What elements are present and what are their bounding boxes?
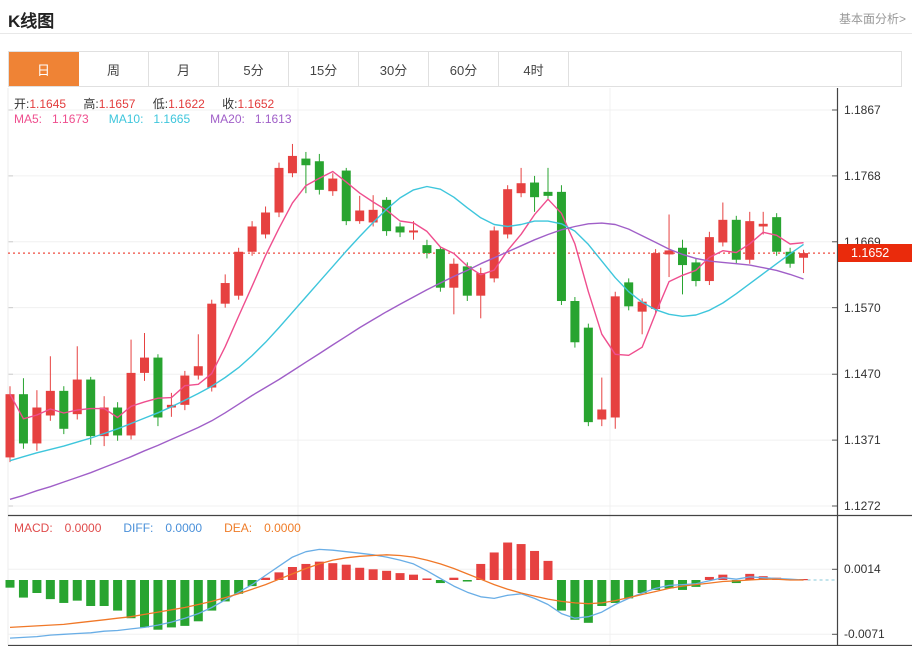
price-axis-label: 1.1272: [844, 499, 881, 513]
tab-15min[interactable]: 15分: [289, 52, 359, 86]
macd-axis-label: -0.0071: [844, 627, 885, 641]
macd-value: 0.0000: [65, 521, 102, 535]
price-axis-label: 1.1470: [844, 367, 881, 381]
diff-label: DIFF:: [123, 521, 153, 535]
tab-5min[interactable]: 5分: [219, 52, 289, 86]
price-axis-label: 1.1371: [844, 433, 881, 447]
close-value: 1.1652: [238, 97, 275, 111]
header-divider: [0, 33, 912, 34]
current-price-marker: 1.1652: [838, 244, 912, 262]
dea-value: 0.0000: [264, 521, 301, 535]
ma5-value: 1.1673: [52, 112, 89, 126]
fundamental-analysis-link[interactable]: 基本面分析>: [839, 10, 906, 27]
price-axis-label: 1.1768: [844, 169, 881, 183]
price-axis-label: 1.1570: [844, 301, 881, 315]
tab-week[interactable]: 周: [79, 52, 149, 86]
ma20-value: 1.1613: [255, 112, 292, 126]
ma-readout: MA5: 1.1673 MA10: 1.1665 MA20: 1.1613: [14, 112, 302, 126]
macd-axis-label: 0.0014: [844, 562, 881, 576]
macd-readout: MACD: 0.0000 DIFF: 0.0000 DEA: 0.0000: [14, 521, 313, 535]
open-label: 开:: [14, 97, 29, 111]
tab-30min[interactable]: 30分: [359, 52, 429, 86]
ma10-label: MA10:: [109, 112, 144, 126]
tab-month[interactable]: 月: [149, 52, 219, 86]
period-tabbar: 日 周 月 5分 15分 30分 60分 4时: [8, 51, 902, 87]
kline-page: { "page": { "title": "K线图", "analysis_li…: [0, 0, 912, 646]
diff-value: 0.0000: [165, 521, 202, 535]
price-axis-label: 1.1867: [844, 103, 881, 117]
ohlc-readout: 开:1.1645 高:1.1657 低:1.1622 收:1.1652: [14, 95, 288, 112]
ma10-value: 1.1665: [153, 112, 190, 126]
macd-label: MACD:: [14, 521, 53, 535]
low-label: 低:: [153, 97, 168, 111]
tabbar-filler: [569, 52, 901, 86]
ma20-label: MA20:: [210, 112, 245, 126]
dea-label: DEA:: [224, 521, 252, 535]
tab-day[interactable]: 日: [9, 52, 79, 86]
tab-60min[interactable]: 60分: [429, 52, 499, 86]
high-label: 高:: [83, 97, 98, 111]
page-title: K线图: [8, 7, 54, 32]
low-value: 1.1622: [168, 97, 205, 111]
tab-4hour[interactable]: 4时: [499, 52, 569, 86]
high-value: 1.1657: [99, 97, 136, 111]
open-value: 1.1645: [29, 97, 66, 111]
ma5-label: MA5:: [14, 112, 42, 126]
close-label: 收:: [222, 97, 237, 111]
